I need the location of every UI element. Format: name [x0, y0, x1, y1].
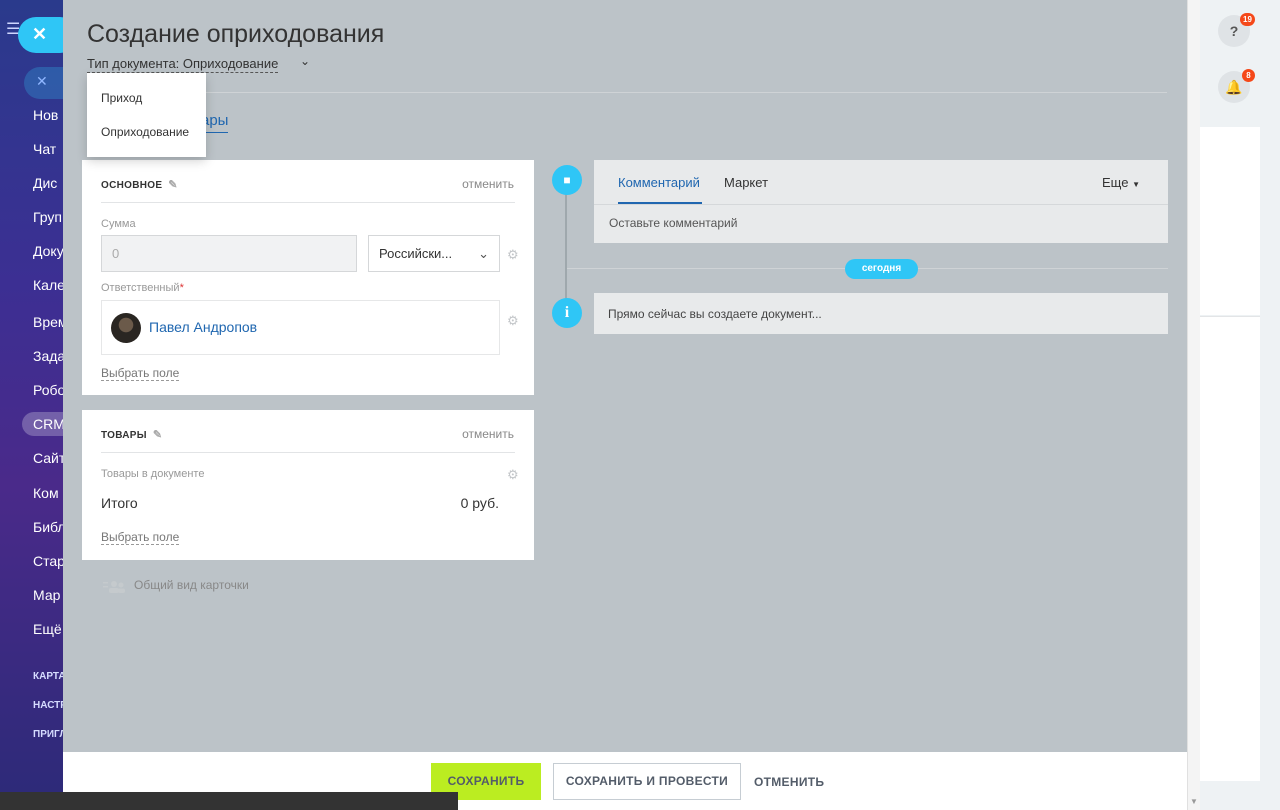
card-cancel-link[interactable]: отменить	[462, 427, 514, 441]
info-entry: Прямо сейчас вы создаете документ...	[594, 293, 1168, 334]
divider	[101, 452, 515, 453]
document-slider: Создание оприходования Тип документа: Оп…	[63, 0, 1187, 752]
comment-box: Комментарий Маркет Еще ▼ Оставьте коммен…	[594, 160, 1168, 243]
card-title: ТОВАРЫ ✎	[101, 428, 162, 441]
tab-market[interactable]: Маркет	[724, 175, 768, 190]
sum-label: Сумма	[101, 218, 136, 230]
close-icon[interactable]: ✕	[32, 24, 47, 44]
comment-icon: ■	[552, 165, 582, 195]
sum-input[interactable]: 0	[101, 235, 357, 272]
responsible-field[interactable]: Павел Андропов	[101, 300, 500, 355]
menu-item-prihod[interactable]: Приход	[87, 81, 206, 115]
responsible-label: Ответственный*	[101, 282, 184, 294]
sidebar-item-crm[interactable]: CRM	[33, 416, 63, 432]
divider	[101, 202, 515, 203]
total-label: Итого	[101, 495, 138, 511]
bottom-dark-bar	[0, 792, 458, 810]
sidebar-small-item[interactable]: ПРИГЛ	[33, 729, 63, 740]
sidebar-item[interactable]: Мар	[33, 587, 60, 603]
more-menu[interactable]: Еще ▼	[1102, 175, 1140, 190]
info-icon: i	[552, 298, 582, 328]
doc-type-selector[interactable]: Тип документа: Оприходование	[87, 56, 279, 73]
currency-select[interactable]: Российски... ⌄	[368, 235, 500, 272]
gear-icon[interactable]: ⚙	[507, 467, 519, 483]
avatar	[111, 313, 141, 343]
gear-icon[interactable]: ⚙	[507, 247, 519, 263]
chevron-down-icon[interactable]: ⌄	[300, 54, 310, 68]
card-title-text: ОСНОВНОЕ	[101, 180, 163, 191]
menu-item-oprihodovanie[interactable]: Оприходование	[87, 115, 206, 149]
required-mark: *	[179, 282, 184, 294]
pencil-icon[interactable]: ✎	[153, 428, 163, 441]
choose-field-link[interactable]: Выбрать поле	[101, 530, 180, 545]
sidebar-small-item[interactable]: НАСТР	[33, 700, 63, 711]
doc-type-menu: Приход Оприходование	[87, 73, 206, 157]
card-title: ОСНОВНОЕ ✎	[101, 178, 178, 191]
rail-panel	[1200, 316, 1260, 781]
card-title-text: ТОВАРЫ	[101, 430, 147, 441]
sidebar-item[interactable]: Ком	[33, 485, 59, 501]
timeline-line	[565, 178, 567, 313]
rail-panel	[1200, 127, 1260, 315]
help-badge: 19	[1240, 13, 1255, 26]
choose-field-link[interactable]: Выбрать поле	[101, 366, 180, 381]
sidebar-item[interactable]: Стар	[33, 553, 63, 569]
sidebar-item[interactable]: Доку	[33, 243, 63, 259]
caret-down-icon: ▼	[1132, 180, 1140, 189]
today-badge: сегодня	[845, 259, 918, 279]
save-and-post-button[interactable]: СОХРАНИТЬ И ПРОВЕСТИ	[553, 763, 741, 800]
left-sidebar: ☰ ✕ Нов Чат Дис Груп Доку Кале Врем Зада…	[0, 0, 63, 810]
close-icon[interactable]: ✕	[36, 73, 48, 90]
pencil-icon[interactable]: ✎	[168, 178, 178, 191]
more-label: Еще	[1102, 175, 1129, 190]
responsible-label-text: Ответственный	[101, 282, 180, 294]
sidebar-item[interactable]: Дис	[33, 175, 57, 191]
goods-label: Товары в документе	[101, 468, 205, 480]
card-cancel-link[interactable]: отменить	[462, 177, 514, 191]
sidebar-small-item[interactable]: КАРТА	[33, 671, 63, 682]
scroll-down-icon[interactable]: ▼	[1190, 797, 1198, 806]
scrollbar[interactable]	[1187, 0, 1200, 810]
chevron-down-icon: ⌄	[478, 246, 489, 261]
notify-badge: 8	[1242, 69, 1255, 82]
gear-icon[interactable]: ⚙	[507, 313, 519, 329]
goods-card: ТОВАРЫ ✎ отменить Товары в документе ⚙ Ит…	[82, 410, 534, 560]
sidebar-item[interactable]: Робо	[33, 382, 63, 398]
sidebar-item[interactable]: Нов	[33, 107, 58, 123]
main-card: ОСНОВНОЕ ✎ отменить Сумма 0 Российски... …	[82, 160, 534, 395]
responsible-name[interactable]: Павел Андропов	[149, 319, 257, 335]
card-view-link[interactable]: Общий вид карточки	[134, 578, 249, 592]
sidebar-item[interactable]: Кале	[33, 277, 63, 293]
sidebar-item[interactable]: Чат	[33, 141, 56, 157]
total-value: 0 руб.	[460, 495, 499, 511]
currency-value: Российски...	[379, 246, 453, 261]
sidebar-item[interactable]: Врем	[33, 314, 63, 330]
tab-comment[interactable]: Комментарий	[618, 175, 700, 190]
sidebar-item[interactable]: Зада	[33, 348, 63, 364]
divider	[594, 204, 1168, 205]
sidebar-item-more[interactable]: Ещё	[33, 621, 62, 637]
comment-input[interactable]: Оставьте комментарий	[609, 216, 737, 230]
divider	[87, 92, 1167, 93]
info-text: Прямо сейчас вы создаете документ...	[608, 307, 822, 321]
sidebar-item[interactable]: Груп	[33, 209, 62, 225]
card-view-icon	[103, 581, 125, 593]
cancel-button[interactable]: ОТМЕНИТЬ	[754, 775, 824, 789]
sidebar-item[interactable]: Сайт	[33, 450, 63, 466]
sidebar-item[interactable]: Библ	[33, 519, 63, 535]
page-title: Создание оприходования	[87, 20, 385, 48]
